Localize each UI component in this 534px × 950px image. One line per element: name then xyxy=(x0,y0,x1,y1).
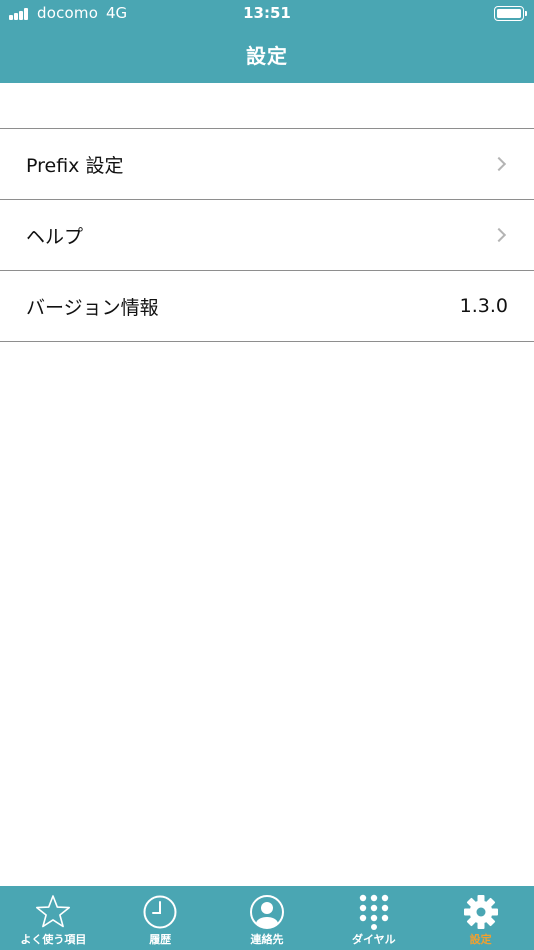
clock-icon xyxy=(143,895,177,929)
battery-icon xyxy=(494,6,527,21)
tab-label: 履歴 xyxy=(149,933,172,946)
gear-icon xyxy=(463,895,498,929)
settings-row-prefix[interactable]: Prefix 設定 xyxy=(0,129,534,200)
tab-contacts[interactable]: 連絡先 xyxy=(214,886,321,950)
tab-label: よく使う項目 xyxy=(20,933,87,946)
page-title: 設定 xyxy=(246,44,288,68)
tab-dial[interactable]: ダイヤル xyxy=(320,886,427,950)
settings-row-help[interactable]: ヘルプ xyxy=(0,200,534,271)
tab-history[interactable]: 履歴 xyxy=(107,886,214,950)
status-time: 13:51 xyxy=(243,4,291,22)
chevron-right-icon xyxy=(491,227,507,243)
tab-settings[interactable]: 設定 xyxy=(427,886,534,950)
tab-label: ダイヤル xyxy=(351,933,396,946)
tab-bar: よく使う項目 履歴 連絡先 ダイヤル 設定 xyxy=(0,886,534,950)
settings-screen: docomo 4G 13:51 設定 Prefix 設定 ヘルプ バージョン情報… xyxy=(0,0,534,950)
contact-icon xyxy=(249,895,284,929)
tab-favorites[interactable]: よく使う項目 xyxy=(0,886,107,950)
star-icon xyxy=(36,895,71,928)
version-value: 1.3.0 xyxy=(459,295,508,317)
status-bar: docomo 4G 13:51 xyxy=(0,0,534,28)
settings-row-label: Prefix 設定 xyxy=(26,154,124,177)
keypad-icon xyxy=(359,894,388,930)
settings-row-label: バージョン情報 xyxy=(26,296,159,319)
header: docomo 4G 13:51 設定 xyxy=(0,0,534,83)
chevron-right-icon xyxy=(491,156,507,172)
settings-list: Prefix 設定 ヘルプ バージョン情報 1.3.0 xyxy=(0,128,534,342)
settings-row-version: バージョン情報 1.3.0 xyxy=(0,271,534,342)
settings-row-label: ヘルプ xyxy=(26,225,84,248)
tab-label: 連絡先 xyxy=(250,933,284,946)
tab-label: 設定 xyxy=(469,933,492,946)
